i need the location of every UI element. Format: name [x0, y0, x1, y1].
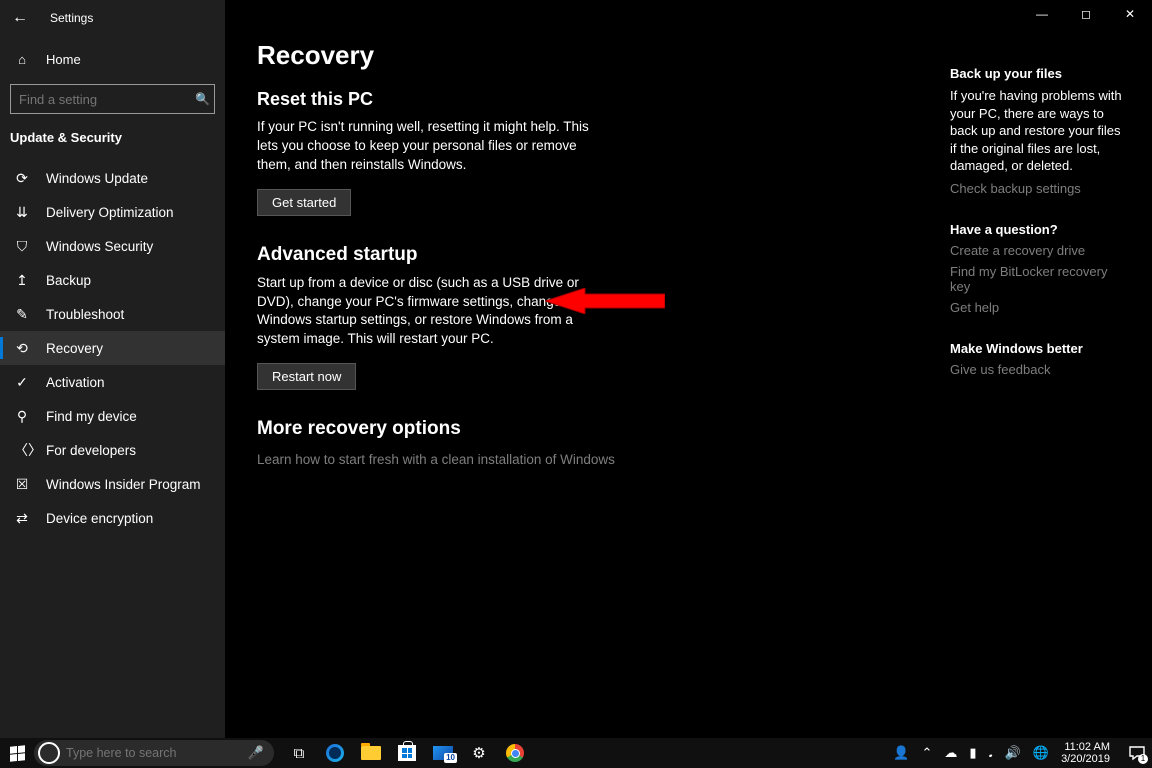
more-heading: More recovery options	[257, 418, 1120, 440]
file-explorer-icon[interactable]	[360, 742, 382, 764]
advanced-blurb: Start up from a device or disc (such as …	[257, 274, 597, 350]
sidebar-item-label: Activation	[46, 375, 105, 390]
sidebar-item-label: Backup	[46, 273, 91, 288]
sidebar-item-label: Troubleshoot	[46, 307, 124, 322]
sync-icon: ⟳	[14, 170, 30, 187]
insider-icon: ☒	[14, 476, 30, 493]
sidebar-item-encryption[interactable]: ⇄ Device encryption	[0, 501, 225, 535]
microphone-icon[interactable]: 🎤	[248, 745, 264, 761]
sidebar-item-activation[interactable]: ✓ Activation	[0, 365, 225, 399]
sidebar-item-label: Device encryption	[46, 511, 153, 526]
start-button[interactable]	[0, 746, 34, 761]
troubleshoot-icon: ✎	[14, 306, 30, 323]
reset-blurb: If your PC isn't running well, resetting…	[257, 118, 597, 175]
sidebar-group-title: Update & Security	[0, 114, 225, 151]
people-icon[interactable]: 👤	[893, 745, 909, 761]
taskbar-clock[interactable]: 11:02 AM 3/20/2019	[1061, 741, 1110, 765]
language-icon[interactable]: 🌐	[1033, 745, 1049, 761]
backup-icon: ↥	[14, 272, 30, 289]
sidebar-item-shield[interactable]: ⛉ Windows Security	[0, 229, 225, 263]
sidebar-item-backup[interactable]: ↥ Backup	[0, 263, 225, 297]
window-close[interactable]: ✕	[1108, 0, 1152, 28]
wifi-icon[interactable]: 𝅘	[989, 745, 993, 761]
developer-icon: 〈〉	[14, 440, 30, 460]
settings-main: — ◻ ✕ Recovery Reset this PC If your PC …	[225, 0, 1152, 738]
recovery-icon: ⟲	[14, 340, 30, 357]
settings-sidebar: ← Settings ⌂ Home 🔍 Update & Security ⟳ W…	[0, 0, 225, 738]
sidebar-item-label: Windows Insider Program	[46, 477, 201, 492]
window-minimize[interactable]: —	[1020, 0, 1064, 28]
shield-icon: ⛉	[14, 238, 30, 255]
volume-icon[interactable]: 🔊	[1005, 745, 1021, 761]
window-maximize[interactable]: ◻	[1064, 0, 1108, 28]
sidebar-item-label: Windows Security	[46, 239, 153, 254]
store-icon[interactable]	[396, 742, 418, 764]
taskbar-search-input[interactable]	[66, 746, 248, 760]
sidebar-item-sync[interactable]: ⟳ Windows Update	[0, 161, 225, 195]
rp-better-link[interactable]: Give us feedback	[950, 362, 1122, 377]
onedrive-icon[interactable]: ☁	[944, 745, 957, 761]
sidebar-item-recovery[interactable]: ⟲ Recovery	[0, 331, 225, 365]
home-icon: ⌂	[14, 52, 30, 67]
sidebar-item-insider[interactable]: ☒ Windows Insider Program	[0, 467, 225, 501]
sidebar-item-label: Recovery	[46, 341, 103, 356]
chrome-icon[interactable]	[504, 742, 526, 764]
rp-better-heading: Make Windows better	[950, 341, 1122, 356]
taskbar-search[interactable]: 🎤	[34, 740, 274, 766]
sidebar-item-label: For developers	[46, 443, 136, 458]
windows-icon	[10, 745, 25, 762]
rp-q-link-2[interactable]: Get help	[950, 300, 1122, 315]
settings-search-input[interactable]	[19, 92, 195, 107]
rp-backup-link[interactable]: Check backup settings	[950, 181, 1122, 196]
battery-icon[interactable]: ▮	[969, 745, 976, 761]
settings-icon[interactable]: ⚙	[468, 742, 490, 764]
rp-question-heading: Have a question?	[950, 222, 1122, 237]
back-icon[interactable]: ←	[12, 9, 28, 27]
clock-time: 11:02 AM	[1061, 741, 1110, 753]
action-center-icon[interactable]: 1	[1128, 744, 1146, 762]
sidebar-item-label: Find my device	[46, 409, 137, 424]
mail-icon[interactable]: 10	[432, 742, 454, 764]
delivery-icon: ⇊	[14, 204, 30, 221]
app-title: Settings	[50, 11, 93, 25]
rp-backup-heading: Back up your files	[950, 66, 1122, 81]
sidebar-item-label: Windows Update	[46, 171, 148, 186]
taskbar: 🎤 ⧉ 10 ⚙ 👤 ⌃ ☁ ▮ 𝅘 🔊 🌐 11:02 AM 3/20/201…	[0, 738, 1152, 768]
more-clean-install-link[interactable]: Learn how to start fresh with a clean in…	[257, 452, 1120, 467]
sidebar-item-developer[interactable]: 〈〉 For developers	[0, 433, 225, 467]
clock-date: 3/20/2019	[1061, 753, 1110, 765]
sidebar-item-troubleshoot[interactable]: ✎ Troubleshoot	[0, 297, 225, 331]
settings-search[interactable]: 🔍	[10, 84, 215, 114]
edge-icon[interactable]	[324, 742, 346, 764]
info-pane: Back up your files If you're having prob…	[950, 66, 1122, 403]
cortana-icon	[38, 742, 60, 764]
encryption-icon: ⇄	[14, 510, 30, 527]
activation-icon: ✓	[14, 374, 30, 391]
sidebar-home-label: Home	[46, 52, 81, 67]
rp-backup-body: If you're having problems with your PC, …	[950, 87, 1122, 175]
find-icon: ⚲	[14, 408, 30, 425]
restart-now-button[interactable]: Restart now	[257, 363, 356, 390]
tray-chevron-icon[interactable]: ⌃	[922, 745, 933, 761]
sidebar-item-delivery[interactable]: ⇊ Delivery Optimization	[0, 195, 225, 229]
search-icon: 🔍	[195, 92, 210, 106]
reset-get-started-button[interactable]: Get started	[257, 189, 351, 216]
sidebar-home[interactable]: ⌂ Home	[0, 42, 225, 76]
rp-q-link-1[interactable]: Find my BitLocker recovery key	[950, 264, 1122, 294]
task-view-icon[interactable]: ⧉	[288, 742, 310, 764]
sidebar-item-find[interactable]: ⚲ Find my device	[0, 399, 225, 433]
rp-q-link-0[interactable]: Create a recovery drive	[950, 243, 1122, 258]
sidebar-item-label: Delivery Optimization	[46, 205, 174, 220]
